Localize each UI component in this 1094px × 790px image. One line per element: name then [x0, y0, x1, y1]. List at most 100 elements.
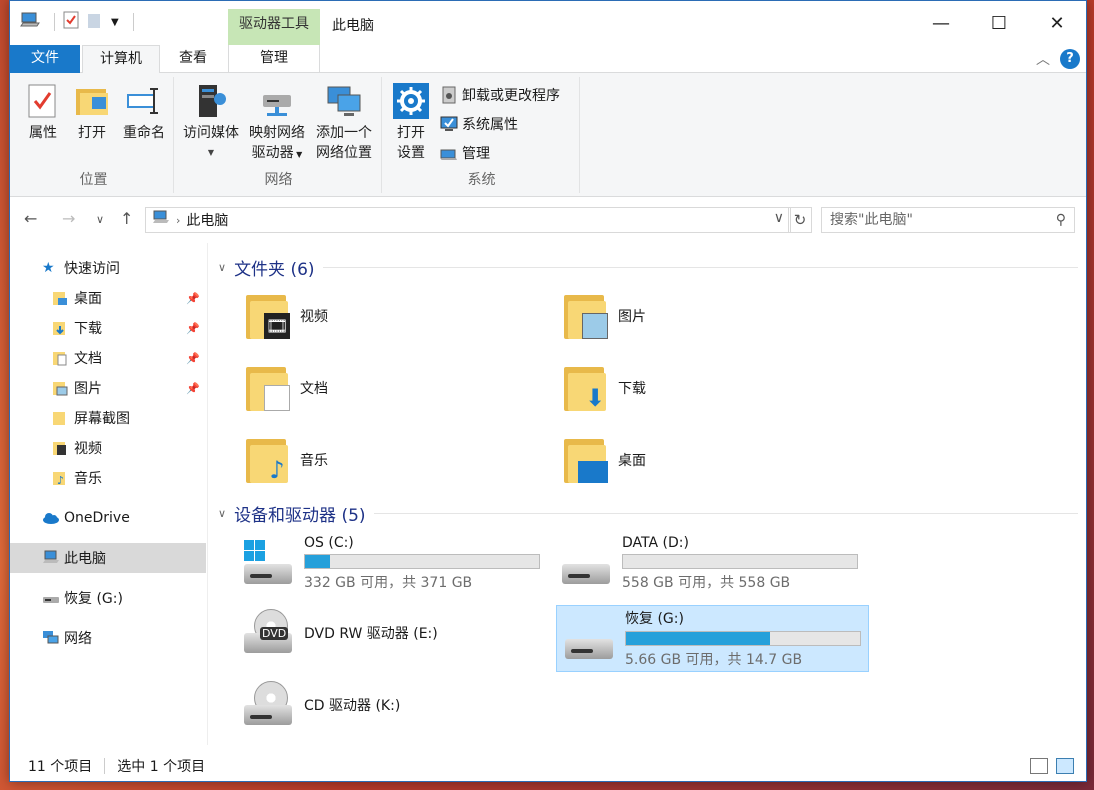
nav-item-videos[interactable]: 视频 [10, 433, 206, 463]
open-button[interactable]: 打开 [72, 83, 112, 143]
network-group: 访问媒体 ▼ 映射网络 驱动器 ▼ 添加一个 网络位置 网络 [176, 77, 382, 193]
folders-section-header[interactable]: ∨ 文件夹 (6) [218, 255, 1078, 280]
maximize-button[interactable]: ☐ [970, 1, 1028, 45]
computer-icon [42, 550, 59, 566]
location-group: 属性 打开 重命名 位置 [14, 77, 174, 193]
drive-c[interactable]: OS (C:) 332 GB 可用，共 371 GB [236, 533, 546, 594]
nav-item-screenshots[interactable]: 屏幕截图 [10, 403, 206, 433]
tab-manage[interactable]: 管理 [228, 45, 320, 73]
properties-label: 属性 [29, 125, 57, 141]
view-buttons [1030, 758, 1074, 774]
star-icon: ★ [42, 260, 55, 276]
address-bar[interactable]: › 此电脑 ∨ [145, 207, 791, 233]
nav-this-pc[interactable]: 此电脑 [10, 543, 206, 573]
breadcrumb-separator-icon: › [176, 213, 181, 227]
location-group-label: 位置 [79, 172, 108, 188]
recent-locations-chevron-icon[interactable]: ∨ [96, 213, 104, 226]
new-folder-icon[interactable] [87, 11, 103, 33]
collapse-chevron-icon: ∨ [218, 507, 227, 520]
collapse-ribbon-icon[interactable]: ︿ [1036, 49, 1050, 69]
nav-onedrive[interactable]: OneDrive [10, 503, 206, 533]
address-dropdown-chevron-icon[interactable]: ∨ [774, 210, 784, 226]
status-divider [104, 758, 106, 774]
drive-name: 恢复 (G:) [625, 611, 684, 627]
tiles-view-icon[interactable] [1056, 758, 1074, 774]
drive-tools-context-label: 驱动器工具 [228, 9, 320, 45]
folder-pictures[interactable]: 图片 [562, 291, 646, 341]
up-arrow-icon[interactable]: ↑ [120, 209, 133, 228]
system-properties-label: 系统属性 [462, 117, 518, 133]
close-button[interactable]: ✕ [1028, 1, 1086, 45]
map-network-drive-button[interactable]: 映射网络 驱动器 ▼ [246, 83, 308, 165]
tab-view[interactable]: 查看 [160, 45, 226, 73]
chevron-down-icon[interactable]: ▼ [111, 17, 119, 28]
quick-access-toolbar: ▼ [20, 11, 134, 33]
help-icon[interactable]: ? [1060, 49, 1080, 69]
properties-button[interactable]: 属性 [20, 83, 66, 143]
window-title: 此电脑 [332, 18, 374, 34]
navigation-row: ← → ∨ ↑ › 此电脑 ∨ ↻ 搜索"此电脑" ⚲ [10, 205, 1086, 235]
tab-file[interactable]: 文件 [10, 45, 80, 73]
ribbon-tabs: 文件 计算机 查看 管理 ︿ ? [10, 45, 1086, 74]
nav-item-label: 音乐 [74, 471, 102, 487]
svg-text:♪: ♪ [57, 474, 64, 486]
forward-arrow-icon[interactable]: → [62, 209, 75, 228]
drive-capacity: 558 GB 可用，共 558 GB [622, 575, 791, 591]
breadcrumb-this-pc[interactable]: 此电脑 [186, 210, 228, 230]
nav-recovery-drive[interactable]: 恢复 (G:) [10, 583, 206, 613]
system-properties-button[interactable]: 系统属性 [440, 114, 518, 134]
nav-item-downloads[interactable]: 下载 📌 [10, 313, 206, 343]
drive-capacity: 332 GB 可用，共 371 GB [304, 575, 473, 591]
nav-quick-access[interactable]: ★ 快速访问 [10, 253, 206, 283]
folder-documents[interactable]: 文档 [244, 363, 328, 413]
uninstall-program-button[interactable]: 卸载或更改程序 [440, 85, 560, 105]
open-settings-button[interactable]: 打开 设置 [388, 83, 434, 163]
drive-e[interactable]: DVD DVD RW 驱动器 (E:) [236, 607, 444, 659]
nav-item-music[interactable]: ♪ 音乐 [10, 463, 206, 493]
downloads-folder-icon: ⬇ [562, 363, 608, 413]
uninstall-icon [440, 86, 458, 104]
refresh-button[interactable]: ↻ [788, 207, 812, 233]
back-arrow-icon[interactable]: ← [24, 209, 37, 228]
pictures-folder-icon [562, 291, 608, 341]
folders-heading: 文件夹 (6) [234, 260, 315, 280]
pin-icon[interactable]: 📌 [186, 322, 200, 335]
search-icon: ⚲ [1055, 212, 1066, 228]
computer-icon[interactable] [20, 11, 40, 33]
drive-k[interactable]: CD 驱动器 (K:) [236, 679, 406, 731]
access-media-button[interactable]: 访问媒体 ▼ [180, 83, 242, 163]
pin-icon[interactable]: 📌 [186, 382, 200, 395]
chevron-down-icon: ▼ [293, 150, 303, 159]
drive-g[interactable]: 恢复 (G:) 5.66 GB 可用，共 14.7 GB [556, 605, 869, 672]
drive-d[interactable]: DATA (D:) 558 GB 可用，共 558 GB [554, 533, 864, 594]
nav-item-pictures[interactable]: 图片 📌 [10, 373, 206, 403]
search-input[interactable]: 搜索"此电脑" ⚲ [821, 207, 1075, 233]
manage-button[interactable]: 管理 [440, 143, 490, 163]
nav-item-documents[interactable]: 文档 📌 [10, 343, 206, 373]
drive-usage-bar [304, 554, 540, 569]
folder-desktop[interactable]: 桌面 [562, 435, 646, 485]
network-group-label: 网络 [264, 172, 293, 188]
nav-item-desktop[interactable]: 桌面 📌 [10, 283, 206, 313]
nav-network-label: 网络 [64, 631, 92, 647]
pin-icon[interactable]: 📌 [186, 292, 200, 305]
add-network-location-button[interactable]: 添加一个 网络位置 [312, 83, 376, 163]
drive-name: CD 驱动器 (K:) [304, 698, 401, 714]
folder-music[interactable]: ♪ 音乐 [244, 435, 328, 485]
drive-name: DVD RW 驱动器 (E:) [304, 626, 438, 642]
collapse-chevron-icon: ∨ [218, 261, 227, 274]
minimize-button[interactable]: — [912, 1, 970, 45]
ribbon-right-controls: ︿ ? [1036, 49, 1080, 69]
folder-downloads[interactable]: ⬇ 下载 [562, 363, 646, 413]
properties-icon[interactable] [63, 11, 79, 33]
content-pane: ∨ 文件夹 (6) 🎞 视频 图片 文档 ⬇ 下载 ♪ 音乐 桌面 ∨ 设备和驱… [210, 243, 1086, 745]
documents-folder-icon [52, 350, 68, 366]
details-view-icon[interactable] [1030, 758, 1048, 774]
folder-videos[interactable]: 🎞 视频 [244, 291, 328, 341]
rename-button[interactable]: 重命名 [118, 83, 170, 143]
nav-network[interactable]: 网络 [10, 623, 206, 653]
pin-icon[interactable]: 📌 [186, 352, 200, 365]
open-settings-label-line2: 设置 [397, 145, 425, 161]
tab-computer[interactable]: 计算机 [82, 45, 160, 74]
drives-section-header[interactable]: ∨ 设备和驱动器 (5) [218, 501, 1078, 526]
